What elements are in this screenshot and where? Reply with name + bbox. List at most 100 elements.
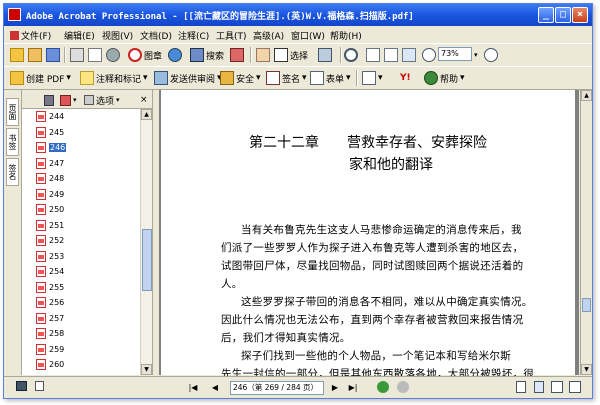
minimize-button[interactable]: _ [538, 7, 554, 23]
paragraph-line: 人。 [221, 278, 243, 290]
hand-tool-icon[interactable] [256, 47, 270, 63]
actual-size-icon[interactable] [366, 47, 380, 63]
page-list-item[interactable]: 249 [36, 187, 64, 202]
first-page-button[interactable]: |◀ [186, 381, 200, 395]
page-list-item[interactable]: 244 [36, 109, 64, 124]
menu-file[interactable]: 文件(F) [10, 29, 51, 42]
page-list-item[interactable]: 253 [36, 249, 64, 264]
create-pdf-button[interactable]: 创建 PDF ▾ [10, 70, 71, 86]
page-layout-icon[interactable]: ▾ [362, 70, 383, 86]
pdf-page-icon [36, 250, 46, 262]
email-icon[interactable] [88, 47, 102, 63]
tab-pages[interactable]: 页面 [6, 98, 19, 126]
tab-signatures[interactable]: 签名 [6, 158, 19, 186]
maximize-button[interactable]: □ [555, 7, 571, 23]
toolbar-separator [250, 47, 252, 63]
previous-page-button[interactable]: ◀ [208, 381, 222, 395]
toolbar-separator [340, 47, 342, 63]
page-list-item[interactable]: 245 [36, 125, 64, 140]
panel-scrollbar[interactable]: ▲ ▼ [140, 109, 152, 375]
page-list-item[interactable]: 257 [36, 311, 64, 326]
scroll-thumb[interactable] [142, 229, 152, 291]
show-panel-icon[interactable] [14, 381, 28, 395]
comment-markup-button[interactable]: 注释和标记 ▾ [80, 70, 148, 86]
page-list-item[interactable]: 251 [36, 218, 64, 233]
paragraph-line: 因此什么情况也无法公布，直到两个幸存者被营救回来报告情况 [221, 314, 524, 326]
save-icon[interactable] [46, 47, 60, 63]
next-page-button[interactable]: ▶ [328, 381, 342, 395]
delete-page-icon[interactable] [44, 92, 54, 108]
page-list-item[interactable]: 260 [36, 357, 64, 372]
page-list-item[interactable]: 248 [36, 171, 64, 186]
menu-help[interactable]: 帮助(H) [330, 29, 362, 42]
tab-bookmarks[interactable]: 书签 [6, 128, 19, 156]
pages-panel: ▾ 选项 ▾ × 244 245 246 247 248 249 250 251 252 253 25… [22, 90, 153, 375]
scroll-down-arrow[interactable]: ▼ [581, 364, 592, 375]
paragraph-line: 试图带回尸体，尽量找回物品，同时试图赎回两个据说还活着的 [221, 260, 524, 272]
print-icon[interactable] [70, 47, 84, 63]
yahoo-icon[interactable]: Y! [400, 70, 411, 86]
attach-icon[interactable] [106, 47, 120, 63]
menu-document[interactable]: 文档(D) [140, 29, 172, 42]
menu-comments[interactable]: 注释(C) [178, 29, 209, 42]
zoom-out-icon[interactable] [422, 47, 436, 63]
read-mode-icon[interactable] [230, 47, 244, 63]
zoom-in-icon[interactable] [484, 47, 498, 63]
page-list-item[interactable]: 258 [36, 326, 64, 341]
page-properties-icon[interactable]: ▾ [60, 92, 77, 108]
secure-button[interactable]: 安全 ▾ [220, 70, 261, 86]
page-list-item[interactable]: 255 [36, 280, 64, 295]
page-list-item[interactable]: 247 [36, 156, 64, 171]
page-list-item[interactable]: 256 [36, 295, 64, 310]
zoom-level-field[interactable]: 73% [438, 47, 472, 61]
menu-view[interactable]: 视图(V) [102, 29, 133, 42]
zoom-tool-icon[interactable] [344, 47, 358, 63]
search-tool[interactable]: 搜索 [190, 47, 224, 63]
page-list-item[interactable]: 250 [36, 202, 64, 217]
continuous-facing-layout-icon[interactable] [568, 381, 582, 395]
menu-tools[interactable]: 工具(T) [216, 29, 247, 42]
create-pdf-icon[interactable] [10, 47, 24, 63]
fit-width-icon[interactable] [402, 47, 416, 63]
single-page-layout-icon[interactable] [514, 381, 528, 395]
menu-window[interactable]: 窗口(W) [291, 29, 325, 42]
scroll-up-arrow[interactable]: ▲ [141, 109, 152, 120]
fit-page-icon[interactable] [384, 47, 398, 63]
page-number-label: 253 [49, 251, 65, 261]
send-review-button[interactable]: 发送供审阅▾ [154, 70, 222, 86]
next-view-button[interactable] [396, 381, 410, 395]
close-button[interactable]: × [572, 7, 588, 23]
scroll-thumb[interactable] [582, 298, 591, 312]
snapshot-icon[interactable] [318, 47, 332, 63]
continuous-layout-icon[interactable] [532, 381, 546, 395]
document-scrollbar[interactable]: ▲ ▼ [580, 90, 592, 375]
scroll-up-arrow[interactable]: ▲ [581, 90, 592, 101]
page-list-item[interactable]: 246 [36, 140, 67, 155]
help-button[interactable]: 帮助 ▾ [424, 70, 465, 86]
previous-view-button[interactable] [376, 381, 390, 395]
page-list-item[interactable]: 254 [36, 264, 64, 279]
select-tool[interactable]: 选择 [274, 47, 308, 63]
search-icon [190, 48, 204, 62]
stamp-tool[interactable]: 图章 [128, 47, 162, 63]
page-number-field[interactable]: 246（第 269 / 284 页） [230, 381, 324, 395]
scroll-down-arrow[interactable]: ▼ [141, 364, 152, 375]
open-folder-icon[interactable] [28, 47, 42, 63]
page-list-item[interactable]: 259 [36, 342, 64, 357]
pdf-page-icon [36, 297, 46, 308]
options-button[interactable]: 选项 ▾ [84, 92, 120, 108]
page-number-label: 254 [49, 267, 65, 276]
menu-advanced[interactable]: 高级(A) [253, 29, 284, 42]
menu-edit[interactable]: 编辑(E) [64, 29, 95, 42]
document-icon[interactable] [32, 381, 46, 395]
sign-button[interactable]: 签名 ▾ [266, 70, 307, 86]
forms-button[interactable]: 表单 ▾ [310, 70, 351, 86]
last-page-button[interactable]: ▶| [346, 381, 360, 395]
globe-icon[interactable] [168, 47, 182, 63]
title-bar[interactable]: Adobe Acrobat Professional - [[流亡藏区的冒险生涯… [4, 4, 592, 26]
page-list-item[interactable]: 252 [36, 233, 64, 248]
zoom-dropdown-icon[interactable]: ▾ [474, 47, 478, 63]
facing-layout-icon[interactable] [550, 381, 564, 395]
close-panel-icon[interactable]: × [140, 92, 148, 108]
pdf-page-icon [36, 359, 46, 370]
